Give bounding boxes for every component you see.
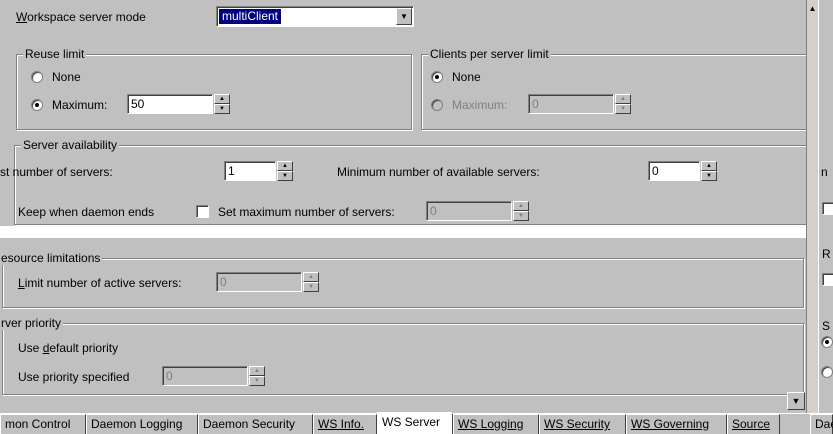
tab-daemon-partial[interactable]: Dae: [810, 414, 833, 434]
right-panel-letter-2: R: [822, 247, 831, 261]
workspace-mode-value: multiClient: [219, 9, 282, 24]
clients-maximum-label: Maximum:: [452, 98, 508, 112]
use-priority-specified-label: Use priority specified: [18, 370, 130, 384]
scroll-up-icon[interactable]: ▲: [807, 2, 818, 16]
vertical-scrollbar[interactable]: ▲: [806, 0, 818, 414]
chevron-down-icon: ▼: [791, 396, 801, 406]
server-priority-group: rver priority: [0, 316, 804, 395]
tab-strip: mon Control Daemon Logging Daemon Securi…: [0, 412, 833, 434]
reuse-maximum-label: Maximum:: [52, 98, 108, 112]
tab-ws-security[interactable]: WS Security: [539, 414, 626, 434]
spin-down-icon[interactable]: ▼: [513, 211, 529, 221]
spin-up-icon[interactable]: ▲: [303, 272, 319, 282]
tab-ws-server[interactable]: WS Server: [377, 412, 453, 434]
tab-daemon-control[interactable]: mon Control: [0, 414, 86, 434]
resource-limitations-title: esource limitations: [0, 251, 103, 265]
spin-up-icon[interactable]: ▲: [513, 201, 529, 211]
spin-up-icon[interactable]: ▲: [615, 94, 631, 104]
set-max-servers-checkbox[interactable]: [196, 205, 209, 218]
min-available-spinner[interactable]: ▲ ▼: [701, 161, 717, 181]
tab-daemon-security[interactable]: Daemon Security: [198, 414, 313, 434]
limit-active-servers-spinner[interactable]: ▲ ▼: [303, 272, 319, 292]
reuse-maximum-spinner[interactable]: ▲ ▼: [214, 94, 230, 114]
keep-when-daemon-ends-label: Keep when daemon ends: [18, 205, 155, 219]
reuse-none-label: None: [52, 70, 81, 84]
workspace-mode-text: orkspace server mode: [27, 10, 146, 24]
set-max-servers-spinner[interactable]: ▲ ▼: [513, 201, 529, 221]
right-panel-checkbox-1[interactable]: [822, 202, 833, 215]
clients-none-radio[interactable]: [431, 71, 443, 83]
workspace-mode-select[interactable]: multiClient ▼: [216, 6, 414, 27]
reuse-limit-title: Reuse limit: [23, 47, 87, 61]
spin-up-icon[interactable]: ▲: [249, 366, 265, 376]
tab-ws-governing[interactable]: WS Governing: [626, 414, 727, 434]
white-band: [0, 226, 806, 238]
initial-servers-input[interactable]: 1: [224, 161, 276, 181]
spin-down-icon[interactable]: ▼: [615, 104, 631, 114]
spin-down-icon[interactable]: ▼: [303, 282, 319, 292]
reuse-limit-group: Reuse limit: [16, 47, 412, 130]
reuse-maximum-input[interactable]: 50: [127, 94, 213, 114]
min-available-input[interactable]: 0: [648, 161, 700, 181]
initial-servers-label: st number of servers:: [0, 165, 113, 179]
workspace-mode-label: Workspace server mode: [16, 10, 146, 24]
initial-servers-spinner[interactable]: ▲ ▼: [277, 161, 293, 181]
clients-maximum-radio[interactable]: [431, 99, 443, 111]
clients-limit-group: Clients per server limit: [421, 47, 807, 130]
spin-down-icon[interactable]: ▼: [277, 171, 293, 181]
spin-up-icon[interactable]: ▲: [277, 161, 293, 171]
use-default-priority-label: Use default priority: [18, 341, 118, 355]
server-availability-title: Server availability: [21, 138, 120, 152]
default-priority-mnemonic: d: [42, 341, 50, 355]
reuse-maximum-radio[interactable]: [31, 99, 43, 111]
chevron-down-icon[interactable]: ▼: [396, 8, 412, 25]
right-panel-checkbox-2[interactable]: [822, 273, 833, 286]
tab-daemon-logging[interactable]: Daemon Logging: [86, 414, 198, 434]
right-panel-radio-1[interactable]: [821, 336, 833, 348]
spin-down-icon[interactable]: ▼: [214, 104, 230, 114]
set-max-servers-input[interactable]: 0: [426, 201, 512, 221]
spin-up-icon[interactable]: ▲: [701, 161, 717, 171]
priority-specified-input[interactable]: 0: [162, 366, 248, 386]
clients-maximum-spinner[interactable]: ▲ ▼: [615, 94, 631, 114]
reuse-none-radio[interactable]: [31, 71, 43, 83]
server-priority-title: rver priority: [0, 316, 64, 330]
limit-active-servers-text: imit number of active servers:: [24, 276, 182, 290]
spin-down-icon[interactable]: ▼: [701, 171, 717, 181]
tab-baseline: [0, 413, 833, 414]
min-available-label: Minimum number of available servers:: [337, 165, 540, 179]
right-panel-radio-2[interactable]: [821, 366, 833, 378]
set-max-servers-label: Set maximum number of servers:: [218, 205, 395, 219]
tab-ws-info[interactable]: WS Info.: [313, 414, 377, 434]
workspace-mode-mnemonic: W: [16, 10, 28, 24]
limit-active-servers-input[interactable]: 0: [216, 272, 302, 292]
right-panel-letter-3: S: [822, 319, 831, 333]
limit-active-servers-mnemonic: L: [18, 276, 25, 290]
right-panel-letter-1: n: [821, 165, 828, 179]
spin-up-icon[interactable]: ▲: [214, 94, 230, 104]
clients-maximum-input[interactable]: 0: [528, 94, 614, 114]
limit-active-servers-label: Limit number of active servers:: [18, 276, 181, 290]
clients-limit-title: Clients per server limit: [428, 47, 551, 61]
priority-specified-spinner[interactable]: ▲ ▼: [249, 366, 265, 386]
spin-down-icon[interactable]: ▼: [249, 376, 265, 386]
clients-none-label: None: [452, 70, 481, 84]
right-panel: n R S: [818, 0, 833, 414]
scroll-down-button[interactable]: ▼: [787, 392, 805, 410]
tab-ws-logging[interactable]: WS Logging: [453, 414, 539, 434]
use-default-priority-text: Use default priority: [18, 341, 119, 355]
tab-source[interactable]: Source: [727, 414, 780, 434]
